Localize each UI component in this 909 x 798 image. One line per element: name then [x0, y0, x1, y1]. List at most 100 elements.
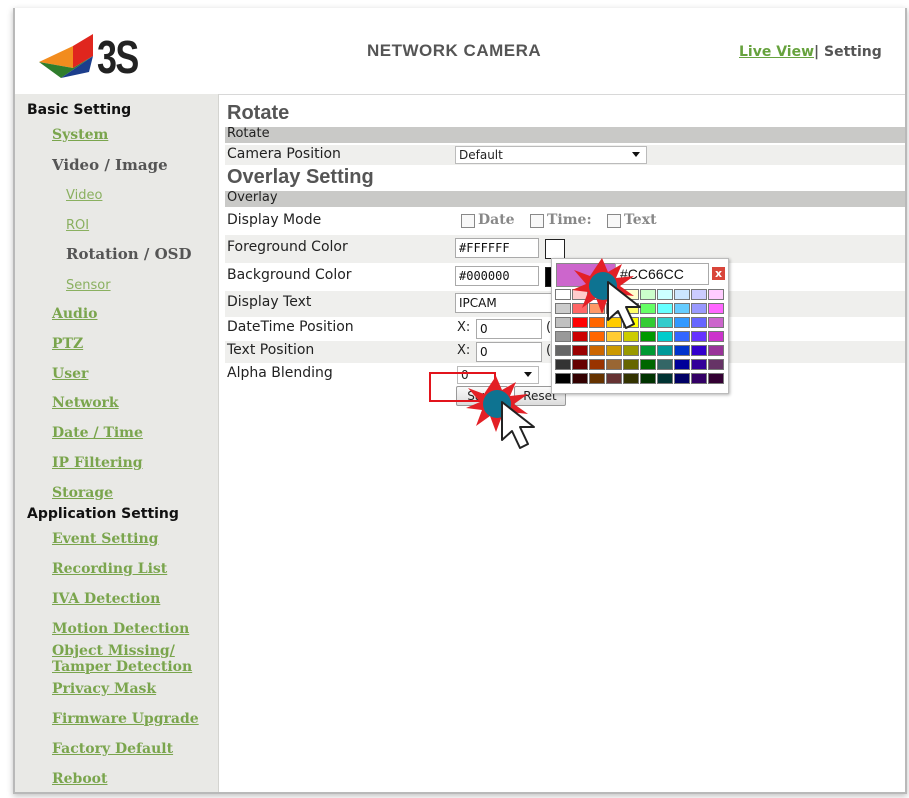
datetime-position-label: DateTime Position — [227, 319, 354, 335]
color-swatch-cell[interactable] — [555, 331, 571, 342]
color-swatch-cell[interactable] — [555, 345, 571, 356]
color-swatch-cell[interactable] — [640, 345, 656, 356]
sidebar-item-network[interactable]: Network — [52, 395, 119, 411]
color-swatch-cell[interactable] — [708, 331, 724, 342]
click-cursor-icon — [572, 258, 641, 329]
sidebar-group-video-image[interactable]: Video / Image — [52, 156, 168, 174]
display-mode-label: Display Mode — [227, 212, 322, 228]
color-swatch-cell[interactable] — [606, 373, 622, 384]
color-swatch-cell[interactable] — [555, 317, 571, 328]
setting-link[interactable]: Setting — [824, 44, 882, 60]
color-swatch-cell[interactable] — [657, 359, 673, 370]
text-x-input[interactable]: 0 — [476, 342, 542, 362]
color-swatch-cell[interactable] — [691, 331, 707, 342]
color-swatch-cell[interactable] — [657, 345, 673, 356]
overlay-band: Overlay — [225, 190, 905, 207]
sidebar-item-firmware-upgrade[interactable]: Firmware Upgrade — [52, 711, 199, 727]
date-checkbox-label: Date — [478, 212, 515, 228]
color-swatch-cell[interactable] — [555, 359, 571, 370]
time-checkbox[interactable] — [530, 214, 544, 228]
color-swatch-cell[interactable] — [623, 345, 639, 356]
date-checkbox[interactable] — [461, 214, 475, 228]
sidebar-item-audio[interactable]: Audio — [52, 306, 98, 322]
sidebar-item-date-time[interactable]: Date / Time — [52, 425, 143, 441]
company-logo[interactable]: 3S — [37, 22, 139, 84]
color-swatch-cell[interactable] — [691, 303, 707, 314]
display-mode-row: Display Mode Date Time: Text — [225, 209, 905, 235]
color-swatch-cell[interactable] — [691, 289, 707, 300]
camera-position-select[interactable]: Default — [455, 146, 647, 164]
color-swatch-cell[interactable] — [589, 345, 605, 356]
sidebar-item-ip-filtering[interactable]: IP Filtering — [52, 455, 143, 471]
sidebar-item-storage[interactable]: Storage — [52, 485, 113, 501]
sidebar-item-roi[interactable]: ROI — [66, 218, 89, 233]
color-swatch-cell[interactable] — [708, 289, 724, 300]
color-swatch-cell[interactable] — [691, 317, 707, 328]
sidebar-item-rotation-osd[interactable]: Rotation / OSD — [66, 245, 192, 263]
camera-position-label: Camera Position — [227, 146, 341, 162]
color-swatch-cell[interactable] — [606, 359, 622, 370]
color-swatch-cell[interactable] — [691, 373, 707, 384]
color-swatch-cell[interactable] — [674, 303, 690, 314]
sidebar-item-motion-detection[interactable]: Motion Detection — [52, 621, 189, 637]
color-swatch-cell[interactable] — [606, 345, 622, 356]
camera-position-row: Camera Position Default — [225, 145, 905, 165]
color-swatch-cell[interactable] — [640, 373, 656, 384]
sidebar-item-sensor[interactable]: Sensor — [66, 278, 111, 293]
color-swatch-cell[interactable] — [657, 373, 673, 384]
color-swatch-cell[interactable] — [555, 289, 571, 300]
background-color-input[interactable]: #000000 — [455, 266, 539, 286]
sidebar-item-ptz[interactable]: PTZ — [52, 336, 83, 352]
foreground-color-input[interactable]: #FFFFFF — [455, 238, 539, 258]
chevron-down-icon — [632, 152, 640, 157]
sidebar-item-tamper-detection[interactable]: Tamper Detection — [52, 659, 192, 675]
sidebar-item-object-missing[interactable]: Object Missing/ — [52, 643, 175, 659]
color-swatch-cell[interactable] — [674, 289, 690, 300]
display-text-input[interactable]: IPCAM — [455, 293, 565, 313]
color-swatch-cell[interactable] — [674, 331, 690, 342]
camera-position-value: Default — [459, 148, 503, 162]
sidebar-item-user[interactable]: User — [52, 366, 88, 382]
color-swatch-cell[interactable] — [572, 359, 588, 370]
overlay-band-label: Overlay — [227, 190, 278, 205]
top-nav: Live View| Setting — [739, 44, 882, 60]
color-swatch-cell[interactable] — [691, 359, 707, 370]
color-swatch-cell[interactable] — [708, 373, 724, 384]
color-swatch-cell[interactable] — [674, 345, 690, 356]
color-swatch-cell[interactable] — [572, 345, 588, 356]
sidebar-item-reboot[interactable]: Reboot — [52, 771, 107, 787]
color-swatch-cell[interactable] — [589, 373, 605, 384]
color-swatch-cell[interactable] — [572, 373, 588, 384]
live-view-link[interactable]: Live View — [739, 44, 814, 60]
overlay-title: Overlay Setting — [227, 166, 374, 188]
color-swatch-cell[interactable] — [640, 359, 656, 370]
color-swatch-cell[interactable] — [674, 317, 690, 328]
close-icon[interactable]: x — [712, 267, 725, 280]
sidebar-item-iva-detection[interactable]: IVA Detection — [52, 591, 160, 607]
color-swatch-cell[interactable] — [708, 303, 724, 314]
sidebar-item-recording-list[interactable]: Recording List — [52, 561, 167, 577]
color-swatch-cell[interactable] — [589, 359, 605, 370]
sidebar-item-privacy-mask[interactable]: Privacy Mask — [52, 681, 156, 697]
color-swatch-cell[interactable] — [674, 359, 690, 370]
rotate-band-label: Rotate — [227, 126, 270, 141]
color-swatch-cell[interactable] — [623, 373, 639, 384]
sidebar: Basic Setting System Video / Image Video… — [15, 94, 219, 792]
text-checkbox[interactable] — [607, 214, 621, 228]
color-swatch-cell[interactable] — [708, 345, 724, 356]
sidebar-item-system[interactable]: System — [52, 127, 108, 143]
rotate-band: Rotate — [225, 126, 905, 143]
color-swatch-cell[interactable] — [623, 359, 639, 370]
datetime-x-input[interactable]: 0 — [476, 319, 542, 339]
sidebar-item-event-setting[interactable]: Event Setting — [52, 531, 158, 547]
color-swatch-cell[interactable] — [555, 303, 571, 314]
sidebar-item-video[interactable]: Video — [66, 188, 102, 203]
sidebar-item-factory-default[interactable]: Factory Default — [52, 741, 173, 757]
color-swatch-cell[interactable] — [708, 359, 724, 370]
color-swatch-cell[interactable] — [691, 345, 707, 356]
sidebar-heading-basic: Basic Setting — [27, 102, 132, 118]
text-x-prefix: X: — [457, 343, 471, 358]
color-swatch-cell[interactable] — [674, 373, 690, 384]
color-swatch-cell[interactable] — [708, 317, 724, 328]
foreground-color-swatch[interactable] — [545, 239, 565, 259]
